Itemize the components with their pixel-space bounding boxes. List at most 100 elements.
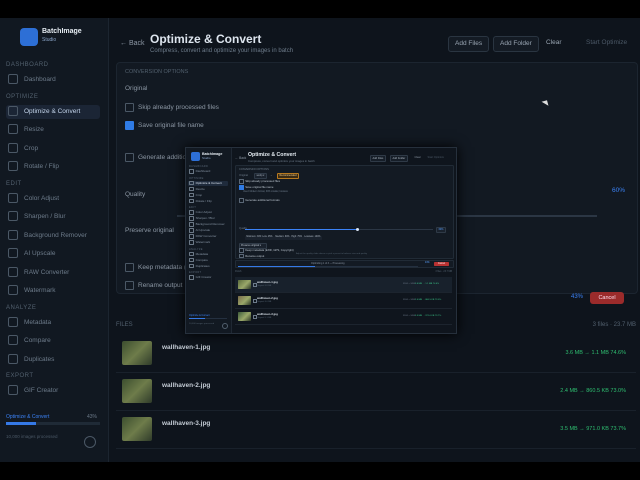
background-sidebar-item[interactable]: Color Adjust: [6, 192, 100, 206]
rotate-icon: [189, 198, 194, 204]
checkbox-icon: [239, 248, 244, 253]
help-icon[interactable]: [222, 323, 228, 329]
upscale-icon: [8, 248, 18, 259]
crop-icon: [189, 192, 194, 198]
background-preserve-select[interactable]: Preserve original: [125, 227, 174, 234]
sidebar-item[interactable]: Compare: [188, 257, 228, 264]
gif-icon: [189, 275, 194, 280]
section-label: CONVERSION OPTIONS: [239, 168, 269, 171]
sidebar-item[interactable]: Color Adjust: [188, 210, 228, 216]
file-row[interactable]: wallhaven-3.jpg Original 5.1 MB 5184 × 345…: [235, 309, 452, 325]
list-title: FILES: [235, 271, 242, 273]
sidebar-item[interactable]: Background Remover: [188, 222, 228, 228]
background-skip-checkbox[interactable]: Skip already processed files: [125, 103, 219, 112]
sidebar-item-label: Metadata: [195, 251, 209, 256]
background-sidebar-item[interactable]: Rotate / Flip: [6, 160, 100, 174]
sidebar-item[interactable]: Metadata: [188, 251, 228, 258]
background-sidebar-item[interactable]: Crop: [6, 142, 100, 156]
background-sidebar-item[interactable]: Optimize & Convert: [6, 104, 100, 119]
metadata-icon: [189, 251, 194, 257]
background-file-row[interactable]: wallhaven-1.jpg 3.6 MB → 1.1 MB 74.6%: [116, 336, 636, 373]
background-logo-icon: [20, 28, 38, 46]
sidebar-item[interactable]: Watermark: [188, 240, 228, 246]
background-rename-checkbox[interactable]: Rename output: [125, 281, 182, 290]
background-add-folder-button[interactable]: Add Folder: [493, 36, 539, 52]
file-thumbnail: [238, 280, 251, 289]
clear-button[interactable]: Clear: [413, 155, 422, 160]
background-progress-percent: 43%: [87, 414, 98, 420]
quality-slider[interactable]: [245, 227, 433, 231]
start-optimize-button[interactable]: Start Optimize: [426, 155, 445, 160]
checkbox-icon: [239, 179, 244, 184]
sidebar-item[interactable]: Sharpen / Blur: [188, 216, 228, 222]
background-sidebar-item[interactable]: Duplicates: [6, 353, 100, 367]
file-dimensions: 5184 × 3456: [403, 283, 416, 285]
progress-bar: Optimizing 1 of 3 — Processing 43% Cance…: [235, 260, 454, 268]
add-folder-button[interactable]: Add Folder: [390, 155, 408, 162]
sidebar-item[interactable]: GIF Creator: [188, 275, 228, 281]
quality-preset-button[interactable]: High: 75%: [290, 236, 304, 240]
add-files-button[interactable]: Add Files: [370, 155, 386, 162]
original-label: Original: [239, 174, 248, 177]
skip-processed-checkbox[interactable]: Skip already processed files: [239, 179, 280, 184]
background-progress-percent-main: 43%: [571, 294, 584, 300]
quality-preset-button[interactable]: Low: 45%: [261, 236, 274, 240]
background-clear-button[interactable]: Clear: [540, 36, 568, 50]
progress-label: Optimizing 1 of 3 — Processing: [311, 262, 345, 265]
watermark-icon: [8, 285, 18, 296]
sidebar-item-label: Watermark: [195, 240, 211, 245]
sidebar-item[interactable]: Crop: [188, 192, 228, 199]
sidebar-item-label: RAW Converter: [195, 234, 217, 239]
background-back-button[interactable]: ← Back: [120, 40, 145, 47]
background-progress-bar: [6, 422, 100, 425]
file-meta: Original 5.1 MB: [257, 316, 272, 319]
file-row[interactable]: wallhaven-1.jpg Original 4.8 MB 5184 × 345…: [235, 277, 452, 293]
background-sidebar-item[interactable]: GIF Creator: [6, 384, 100, 398]
background-help-icon[interactable]: [84, 436, 96, 448]
background-sidebar-item[interactable]: Background Remover: [6, 229, 100, 243]
sidebar-item[interactable]: Dashboard: [188, 169, 228, 175]
color-icon: [189, 210, 194, 215]
background-sidebar-item[interactable]: Sharpen / Blur: [6, 210, 100, 224]
background-sidebar-section-label: ANALYZE: [6, 304, 37, 311]
background-sidebar-item[interactable]: Resize: [6, 123, 100, 137]
background-sidebar-item[interactable]: Dashboard: [6, 73, 100, 87]
sidebar-item[interactable]: Rotate / Flip: [188, 198, 228, 205]
sidebar-item[interactable]: AI Upscale: [188, 228, 228, 234]
keep-metadata-checkbox[interactable]: Keep metadata (EXIF, GPS, Copyright): [239, 248, 294, 253]
sidebar-item[interactable]: Resize: [188, 186, 228, 193]
quality-preset-button[interactable]: Lossless: 100%: [303, 236, 322, 240]
sidebar-item[interactable]: Optimize & Convert: [188, 180, 228, 187]
background-sidebar-item[interactable]: AI Upscale: [6, 247, 100, 261]
sidebar-section-label: EDIT: [189, 206, 197, 209]
back-button[interactable]: ← Back: [235, 156, 246, 160]
rename-output-checkbox[interactable]: Rename output: [239, 253, 264, 259]
background-icon: [8, 229, 18, 240]
sidebar-item[interactable]: RAW Converter: [188, 234, 228, 240]
file-name: wallhaven-2.jpg: [257, 296, 278, 300]
background-save-original-checkbox[interactable]: Save original file name: [125, 121, 204, 130]
generate-formats-checkbox[interactable]: Generate additional formats: [239, 198, 280, 203]
quality-preset-button[interactable]: Medium: 60%: [274, 236, 291, 240]
save-original-checkbox[interactable]: Save original file name: [239, 185, 273, 190]
background-cancel-button[interactable]: Cancel: [590, 292, 624, 304]
background-sidebar-item[interactable]: Metadata: [6, 316, 100, 330]
slider-knob[interactable]: [356, 227, 360, 231]
raw-icon: [8, 266, 18, 277]
background-file-size: 3.5 MB → 971.0 KB 73.7%: [560, 426, 626, 432]
quality-value[interactable]: 60%: [436, 227, 446, 233]
sidebar-item[interactable]: Duplicates: [188, 263, 228, 270]
file-row[interactable]: wallhaven-2.jpg Original 4.0 MB 5184 × 345…: [235, 293, 452, 309]
background-sidebar-item-label: Optimize & Convert: [24, 107, 81, 115]
background-sidebar-item[interactable]: Compare: [6, 334, 100, 348]
cancel-button[interactable]: Cancel: [434, 261, 449, 266]
duplicates-icon: [189, 263, 194, 269]
gif-icon: [8, 385, 18, 396]
background-sidebar-item[interactable]: RAW Converter: [6, 266, 100, 280]
background-file-row[interactable]: wallhaven-3.jpg 3.5 MB → 971.0 KB 73.7%: [116, 412, 636, 449]
background-sidebar-item[interactable]: Watermark: [6, 284, 100, 298]
background-file-row[interactable]: wallhaven-2.jpg 2.4 MB → 860.5 KB 73.0%: [116, 374, 636, 411]
background-start-button[interactable]: Start Optimize: [580, 36, 633, 50]
sidebar-item-label: Rotate / Flip: [195, 198, 212, 203]
background-add-files-button[interactable]: Add Files: [448, 36, 490, 52]
